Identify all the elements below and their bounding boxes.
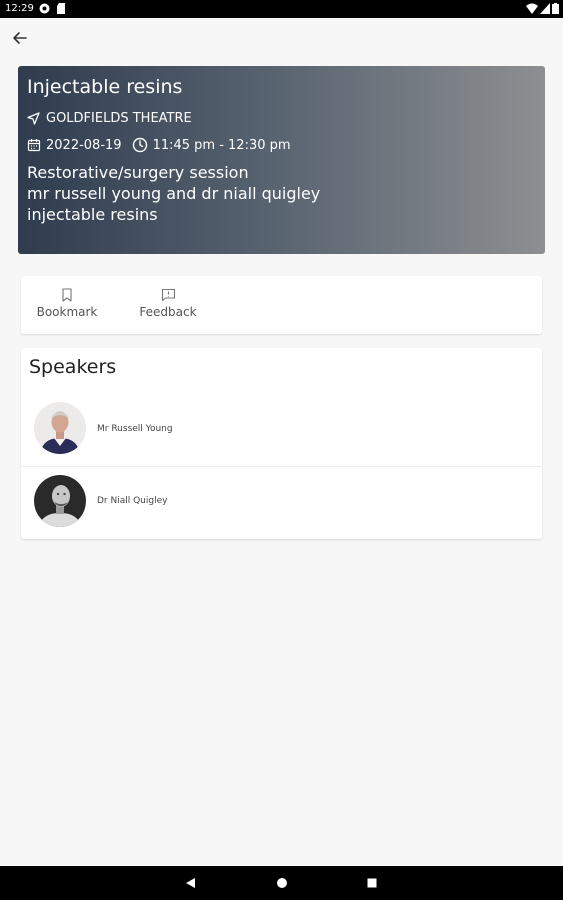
status-time: 12:29 [5, 3, 34, 14]
navigation-bar [0, 866, 563, 900]
nav-home-icon[interactable] [262, 866, 302, 900]
wifi-icon [526, 3, 538, 14]
speaker-name: Mr Russell Young [97, 424, 173, 434]
sd-card-icon [57, 3, 65, 14]
calendar-icon [27, 139, 41, 152]
signal-icon [540, 3, 550, 14]
speaker-avatar [34, 402, 86, 454]
navigation-arrow-icon [27, 112, 40, 125]
feedback-button[interactable]: Feedback [135, 288, 201, 319]
event-description: Restorative/surgery session mr russell y… [27, 163, 321, 224]
status-bar: 12:29 [0, 0, 563, 18]
action-bar: Bookmark Feedback [21, 276, 542, 334]
speakers-section: Speakers Mr Russell Young Dr Niall Quigl… [21, 348, 542, 539]
back-arrow-icon[interactable] [8, 27, 32, 49]
bookmark-button[interactable]: Bookmark [34, 288, 100, 319]
speaker-item[interactable]: Mr Russell Young [21, 394, 542, 464]
speakers-heading: Speakers [29, 356, 117, 378]
speaker-avatar [34, 475, 86, 527]
feedback-icon [161, 288, 175, 302]
nav-recents-icon[interactable] [352, 866, 392, 900]
app-notification-icon [39, 3, 50, 14]
battery-icon [552, 3, 559, 14]
feedback-label: Feedback [139, 305, 197, 319]
event-venue: GOLDFIELDS THEATRE [27, 111, 192, 126]
speaker-item[interactable]: Dr Niall Quigley [21, 466, 542, 536]
speaker-name: Dr Niall Quigley [97, 496, 168, 506]
event-header: Injectable resins GOLDFIELDS THEATRE 202… [18, 66, 545, 254]
speaker-photo-russell-young [34, 402, 86, 454]
event-date: 2022-08-19 [46, 137, 122, 153]
clock-icon [132, 137, 147, 153]
event-venue-label: GOLDFIELDS THEATRE [46, 111, 192, 126]
speaker-photo-niall-quigley [34, 475, 86, 527]
bookmark-icon [62, 288, 72, 302]
event-title: Injectable resins [27, 76, 183, 98]
bookmark-label: Bookmark [36, 305, 98, 319]
nav-back-icon[interactable] [171, 866, 211, 900]
event-datetime: 2022-08-19 11:45 pm - 12:30 pm [27, 137, 291, 153]
event-time: 11:45 pm - 12:30 pm [152, 137, 291, 153]
